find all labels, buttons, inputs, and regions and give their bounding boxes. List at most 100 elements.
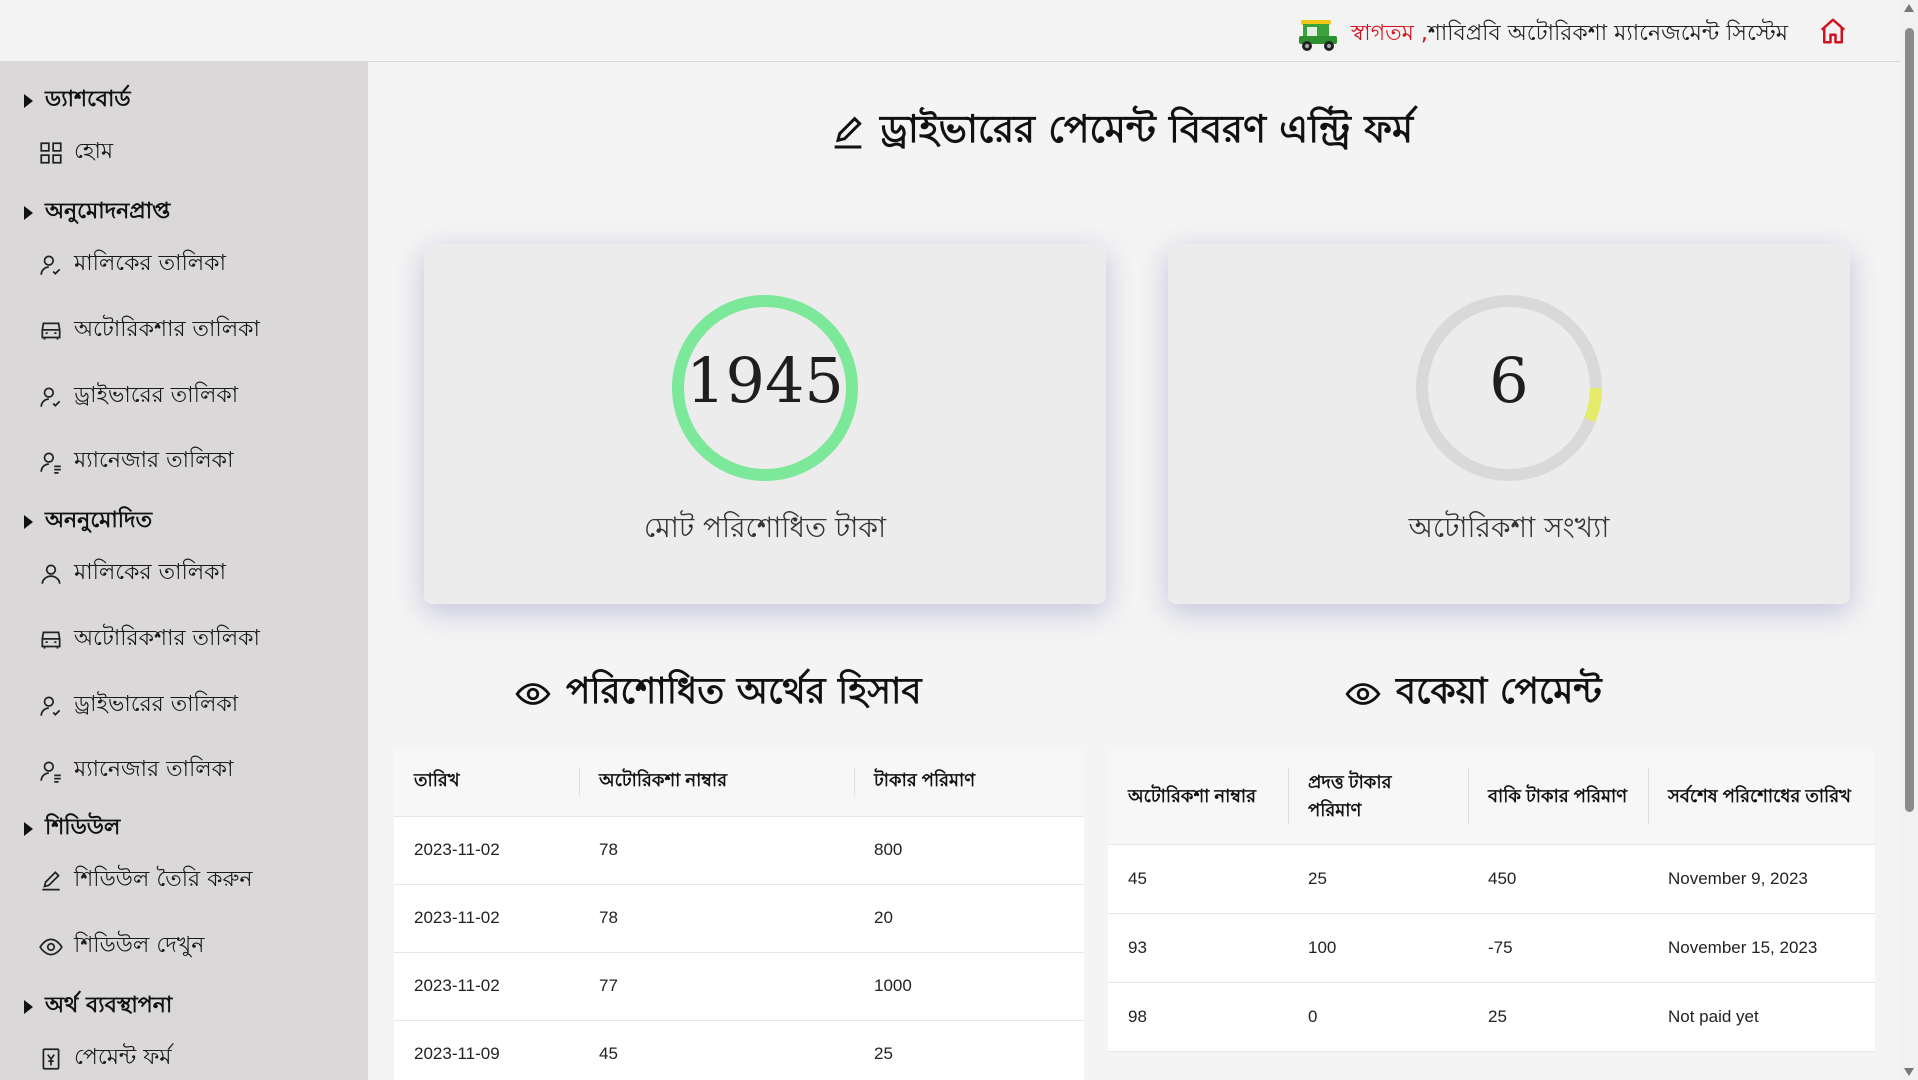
stat-value: 1945 bbox=[686, 344, 844, 417]
sidebar-item-label: ম্যানেজার তালিকা bbox=[74, 448, 234, 473]
column-header: প্রদত্ত টাকার পরিমাণ bbox=[1288, 748, 1468, 845]
vehicle-icon bbox=[41, 631, 61, 649]
stat-label: মোট পরিশোধিত টাকা bbox=[643, 511, 887, 544]
sidebar-section-finance[interactable]: অর্থ ব্যবস্থাপনা bbox=[24, 988, 172, 1025]
sidebar-item-unapproved-rickshaws[interactable]: অটোরিকশার তালিকা bbox=[38, 621, 260, 658]
sidebar-item-label: শিডিউল তৈরি করুন bbox=[74, 867, 253, 892]
table-cell: 2023-11-02 bbox=[394, 816, 579, 885]
scroll-down-arrow[interactable] bbox=[1904, 1068, 1914, 1076]
section-label: অর্থ ব্যবস্থাপনা bbox=[45, 993, 173, 1018]
section-label: ড্যাশবোর্ড bbox=[45, 87, 131, 112]
stat-card-total-paid: 1945 মোট পরিশোধিত টাকা bbox=[424, 244, 1106, 604]
payment-form-icon bbox=[42, 1047, 60, 1070]
sidebar-item-label: অটোরিকশার তালিকা bbox=[74, 626, 260, 651]
sidebar-section-approved[interactable]: অনুমোদনপ্রাপ্ত bbox=[24, 194, 170, 231]
due-table: অটোরিকশা নাম্বার প্রদত্ত টাকার পরিমাণ বা… bbox=[1108, 748, 1875, 1052]
section-label: অনুমোদনপ্রাপ্ত bbox=[45, 199, 171, 224]
table-cell: -75 bbox=[1468, 913, 1648, 983]
sidebar-item-label: মালিকের তালিকা bbox=[74, 560, 226, 585]
table-cell: 25 bbox=[854, 1020, 1084, 1080]
caret-right-icon bbox=[24, 999, 33, 1014]
table-cell: 45 bbox=[1108, 844, 1288, 914]
caret-right-icon bbox=[24, 93, 33, 108]
column-header: অটোরিকশা নাম্বার bbox=[1108, 748, 1288, 845]
vertical-scrollbar[interactable] bbox=[1900, 0, 1918, 1080]
scroll-up-arrow[interactable] bbox=[1904, 4, 1914, 12]
sidebar-item-label: পেমেন্ট ফর্ম bbox=[74, 1045, 172, 1070]
user-list-icon bbox=[40, 451, 61, 474]
sidebar-item-unapproved-drivers[interactable]: ড্রাইভারের তালিকা bbox=[38, 687, 238, 724]
main-content: ড্রাইভারের পেমেন্ট বিবরণ এন্ট্রি ফর্ম 19… bbox=[368, 62, 1900, 1080]
section-label: শিডিউল bbox=[45, 815, 121, 840]
grid-icon bbox=[40, 141, 62, 164]
pencil-icon bbox=[834, 116, 862, 149]
home-icon[interactable] bbox=[1818, 16, 1848, 46]
table-cell: 0 bbox=[1288, 982, 1468, 1052]
sidebar-item-payment-form[interactable]: পেমেন্ট ফর্ম bbox=[38, 1040, 172, 1077]
paid-table: তারিখ অটোরিকশা নাম্বার টাকার পরিমাণ 2023… bbox=[394, 748, 1084, 1080]
sidebar-item-home[interactable]: হোম bbox=[38, 134, 113, 171]
table-cell: 800 bbox=[854, 816, 1084, 885]
column-header: তারিখ bbox=[394, 748, 579, 817]
due-section-title: বকেয়া পেমেন্ট bbox=[1344, 664, 1602, 724]
welcome-banner: স্বাগতম , শাবিপ্রবি অটোরিকশা ম্যানেজমেন্… bbox=[1295, 16, 1788, 53]
sidebar-item-label: হোম bbox=[74, 139, 114, 164]
sidebar: ড্যাশবোর্ড হোম অনুমোদনপ্রাপ্ত মালিকের তা… bbox=[0, 62, 368, 1080]
eye-icon bbox=[39, 938, 63, 955]
table-cell: November 15, 2023 bbox=[1648, 913, 1875, 983]
table-row: 2023-11-02 78 20 bbox=[394, 884, 1084, 953]
column-header: সর্বশেষ পরিশোধের তারিখ bbox=[1648, 748, 1875, 845]
eye-icon bbox=[1345, 683, 1381, 705]
pencil-icon bbox=[42, 870, 60, 891]
app-name: শাবিপ্রবি অটোরিকশা ম্যানেজমেন্ট সিস্টেম bbox=[1427, 21, 1788, 46]
section-title-text: পরিশোধিত অর্থের হিসাব bbox=[566, 671, 922, 712]
sidebar-item-approved-managers[interactable]: ম্যানেজার তালিকা bbox=[38, 443, 233, 480]
sidebar-section-dashboard[interactable]: ড্যাশবোর্ড bbox=[24, 82, 131, 119]
table-cell: 2023-11-02 bbox=[394, 884, 579, 953]
stat-label: অটোরিকশা সংখ্যা bbox=[1408, 511, 1610, 544]
table-header-row: অটোরিকশা নাম্বার প্রদত্ত টাকার পরিমাণ বা… bbox=[1108, 748, 1875, 845]
sidebar-item-create-schedule[interactable]: শিডিউল তৈরি করুন bbox=[38, 862, 253, 899]
table-cell: 2023-11-09 bbox=[394, 1020, 579, 1080]
sidebar-item-view-schedule[interactable]: শিডিউল দেখুন bbox=[38, 928, 204, 965]
sidebar-section-schedule[interactable]: শিডিউল bbox=[24, 810, 120, 847]
table-cell: 20 bbox=[854, 884, 1084, 953]
user-check-icon bbox=[40, 695, 61, 716]
welcome-greeting: স্বাগতম , bbox=[1350, 21, 1428, 46]
sidebar-section-unapproved[interactable]: অননুমোদিত bbox=[24, 503, 152, 540]
table-row: 93 100 -75 November 15, 2023 bbox=[1108, 913, 1875, 983]
table-cell: 2023-11-02 bbox=[394, 952, 579, 1021]
stat-card-rickshaw-count: 6 অটোরিকশা সংখ্যা bbox=[1168, 244, 1850, 604]
table-cell: 1000 bbox=[854, 952, 1084, 1021]
sidebar-item-approved-drivers[interactable]: ড্রাইভারের তালিকা bbox=[38, 378, 238, 415]
table-cell: November 9, 2023 bbox=[1648, 844, 1875, 914]
page-title-text: ড্রাইভারের পেমেন্ট বিবরণ এন্ট্রি ফর্ম bbox=[880, 107, 1414, 151]
sidebar-item-approved-rickshaws[interactable]: অটোরিকশার তালিকা bbox=[38, 312, 260, 349]
user-list-icon bbox=[40, 760, 61, 783]
caret-right-icon bbox=[24, 205, 33, 220]
scrollbar-thumb[interactable] bbox=[1905, 28, 1914, 812]
table-row: 98 0 25 Not paid yet bbox=[1108, 982, 1875, 1052]
section-title-text: বকেয়া পেমেন্ট bbox=[1396, 671, 1602, 712]
table-cell: 25 bbox=[1288, 844, 1468, 914]
sidebar-item-unapproved-owners[interactable]: মালিকের তালিকা bbox=[38, 555, 226, 592]
top-bar: স্বাগতম , শাবিপ্রবি অটোরিকশা ম্যানেজমেন্… bbox=[0, 0, 1900, 62]
sidebar-item-label: ড্রাইভারের তালিকা bbox=[74, 383, 239, 408]
section-label: অননুমোদিত bbox=[45, 508, 153, 533]
table-header-row: তারিখ অটোরিকশা নাম্বার টাকার পরিমাণ bbox=[394, 748, 1084, 817]
user-check-icon bbox=[40, 386, 61, 407]
table-cell: 93 bbox=[1108, 913, 1288, 983]
vehicle-icon bbox=[41, 322, 61, 340]
table-cell: Not paid yet bbox=[1648, 982, 1875, 1052]
table-cell: 45 bbox=[579, 1020, 854, 1080]
table-cell: 78 bbox=[579, 884, 854, 953]
eye-icon bbox=[515, 683, 551, 705]
sidebar-item-label: ড্রাইভারের তালিকা bbox=[74, 692, 239, 717]
caret-right-icon bbox=[24, 514, 33, 529]
table-row: 2023-11-02 77 1000 bbox=[394, 952, 1084, 1021]
caret-right-icon bbox=[24, 821, 33, 836]
column-header: টাকার পরিমাণ bbox=[854, 748, 1084, 817]
sidebar-item-approved-owners[interactable]: মালিকের তালিকা bbox=[38, 246, 226, 283]
sidebar-item-unapproved-managers[interactable]: ম্যানেজার তালিকা bbox=[38, 752, 233, 789]
column-header: বাকি টাকার পরিমাণ bbox=[1468, 748, 1648, 845]
